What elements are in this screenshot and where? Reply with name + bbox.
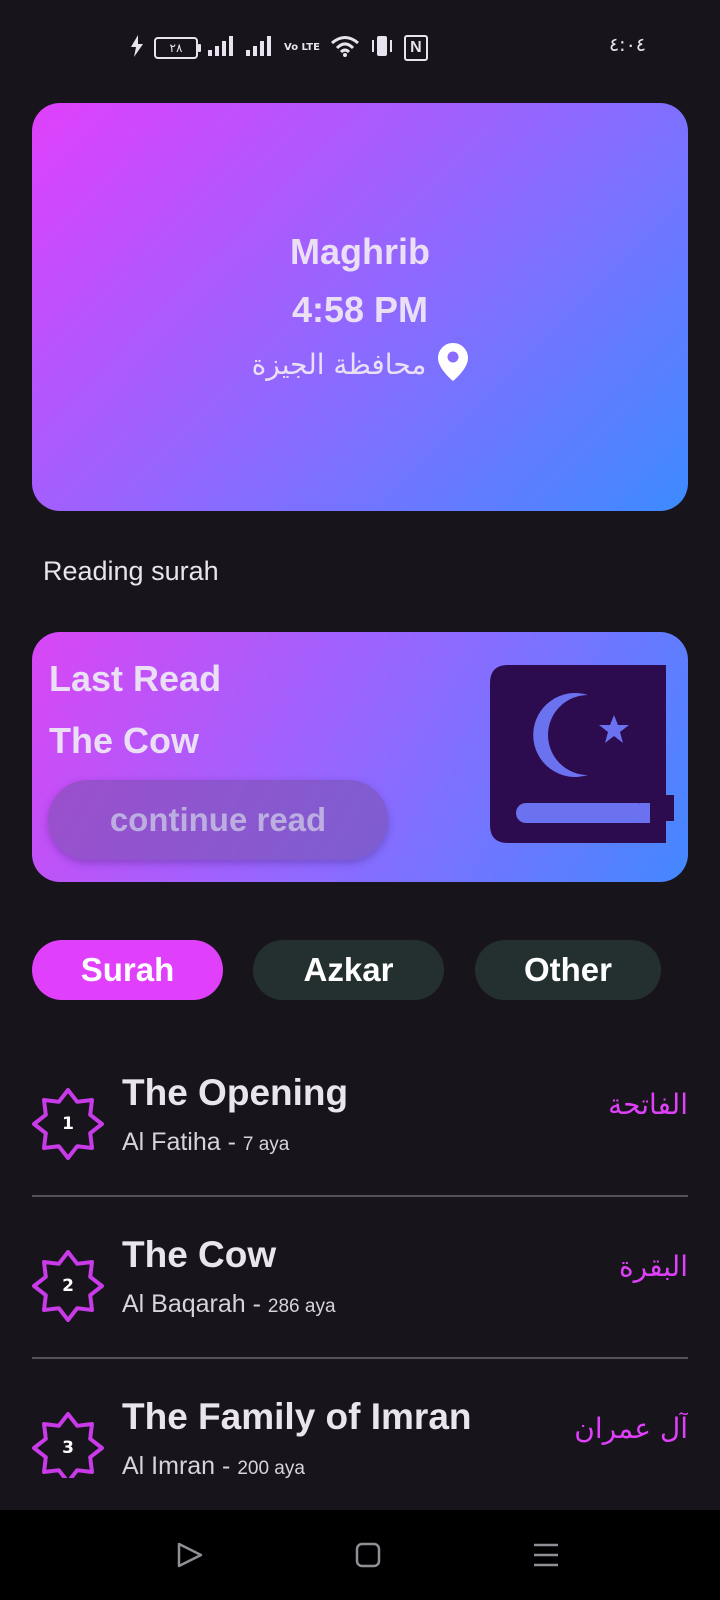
surah-arabic-name: البقرة	[618, 1250, 688, 1283]
screen: ٢٨ Vo LTE N ٤:٠٤ Maghrib 4:58 PM محافظة …	[0, 0, 720, 1600]
aya-count: 286 aya	[267, 1296, 336, 1317]
aya-count: 200 aya	[237, 1458, 305, 1478]
status-bar: ٢٨ Vo LTE N ٤:٠٤	[0, 0, 720, 92]
separator: -	[215, 1452, 238, 1478]
system-nav-bar	[0, 1510, 720, 1600]
surah-transliteration: Al Fatiha	[122, 1128, 221, 1156]
surah-number: 1	[62, 1114, 74, 1134]
prayer-time-card: Maghrib 4:58 PM محافظة الجيزة	[32, 103, 688, 511]
last-read-card[interactable]: Last Read The Cow continue read	[32, 632, 688, 882]
surah-details: Al Imran - 200 aya	[122, 1452, 305, 1478]
status-icons: ٢٨ Vo LTE N	[130, 34, 428, 62]
surah-english-name: The Family of Imran	[122, 1396, 472, 1437]
status-time: ٤:٠٤	[608, 34, 646, 56]
nfc-icon: N	[403, 35, 428, 61]
separator: -	[245, 1290, 268, 1318]
star-badge-icon: 3	[32, 1412, 104, 1478]
continue-read-button[interactable]: continue read	[48, 780, 388, 860]
separator: -	[220, 1128, 243, 1156]
star-badge-icon: 2	[32, 1250, 104, 1322]
category-tabs: Surah Azkar Other	[32, 940, 692, 1000]
last-read-surah: The Cow	[49, 720, 199, 761]
surah-arabic-name: الفاتحة	[608, 1088, 688, 1121]
aya-count: 7 aya	[242, 1134, 290, 1155]
list-item[interactable]: 2 The Cow Al Baqarah - 286 aya البقرة	[32, 1232, 688, 1394]
quran-book-icon	[490, 665, 674, 850]
vibrate-icon	[370, 35, 394, 62]
surah-arabic-name: آل عمران	[574, 1412, 688, 1445]
prayer-time: 4:58 PM	[291, 289, 429, 330]
tab-azkar[interactable]: Azkar	[253, 940, 444, 1000]
surah-details: Al Baqarah - 286 aya	[122, 1290, 336, 1319]
menu-lines-icon[interactable]	[531, 1540, 561, 1570]
location-pin-icon	[438, 343, 469, 386]
signal-bars-icon	[246, 35, 274, 61]
signal-bars-icon	[208, 35, 236, 61]
wifi-icon	[330, 35, 360, 62]
square-home-icon[interactable]	[353, 1540, 383, 1570]
divider	[32, 1195, 688, 1197]
surah-english-name: The Cow	[122, 1234, 277, 1275]
surah-english-name: The Opening	[122, 1072, 349, 1113]
list-item[interactable]: 3 The Family of Imran Al Imran - 200 aya…	[32, 1394, 688, 1478]
triangle-back-icon[interactable]	[175, 1540, 205, 1570]
location-text: محافظة الجيزة	[251, 348, 427, 381]
surah-transliteration: Al Imran	[122, 1452, 216, 1478]
divider	[32, 1357, 688, 1359]
last-read-label: Last Read	[49, 658, 222, 699]
volte-icon: Vo LTE	[284, 42, 320, 53]
surah-list: 1 The Opening Al Fatiha - 7 aya الفاتحة …	[32, 1070, 688, 1478]
surah-transliteration: Al Baqarah	[122, 1290, 246, 1318]
prayer-name: Maghrib	[290, 231, 430, 272]
surah-number: 3	[62, 1438, 74, 1458]
star-badge-icon: 1	[32, 1088, 104, 1160]
tab-other[interactable]: Other	[475, 940, 661, 1000]
tab-surah[interactable]: Surah	[32, 940, 223, 1000]
prayer-location: محافظة الجيزة	[32, 343, 688, 386]
charging-bolt-icon	[130, 34, 144, 62]
surah-number: 2	[62, 1276, 74, 1296]
battery-icon: ٢٨	[154, 37, 201, 59]
section-title: Reading surah	[43, 556, 219, 586]
surah-details: Al Fatiha - 7 aya	[122, 1128, 289, 1157]
battery-level: ٢٨	[169, 41, 183, 55]
list-item[interactable]: 1 The Opening Al Fatiha - 7 aya الفاتحة	[32, 1070, 688, 1232]
